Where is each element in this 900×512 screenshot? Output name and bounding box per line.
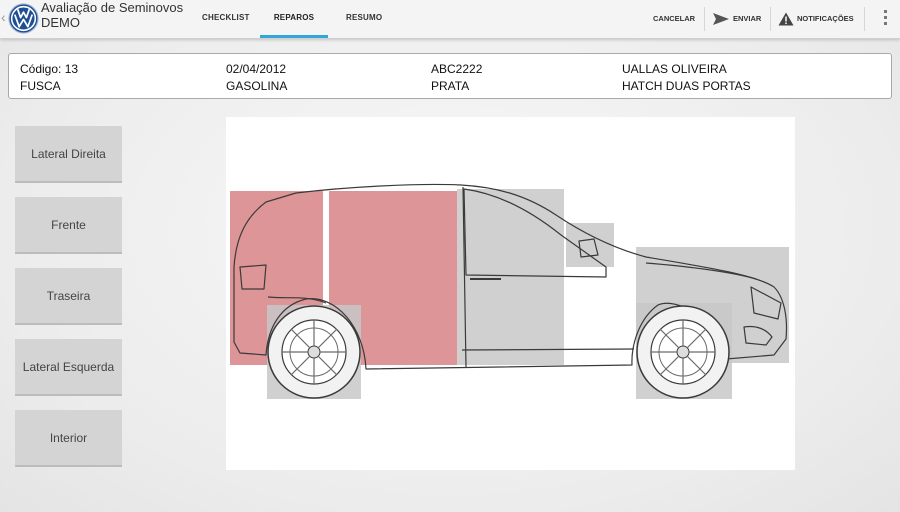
car-diagram-panel	[226, 117, 795, 470]
send-icon	[713, 13, 729, 26]
cancel-button[interactable]: CANCELAR	[653, 0, 695, 38]
region-mirror[interactable]	[566, 223, 614, 267]
action-divider	[704, 7, 705, 31]
rear-wheel-icon	[267, 305, 361, 399]
notifications-label: NOTIFICAÇÕES	[797, 14, 854, 23]
overflow-menu-icon[interactable]	[884, 10, 888, 28]
vehicle-date: 02/04/2012	[226, 62, 287, 76]
action-divider	[864, 7, 865, 31]
tab-checklist[interactable]: CHECKLIST	[202, 0, 250, 38]
vehicle-owner: UALLAS OLIVEIRA	[622, 62, 727, 76]
view-button-traseira[interactable]: Traseira	[15, 268, 122, 325]
app-title: Avaliação de Seminovos DEMO	[41, 0, 183, 30]
up-caret-icon[interactable]: ‹	[1, 9, 6, 25]
vehicle-fuel: GASOLINA	[226, 79, 288, 93]
vehicle-info-card: Código: 13 02/04/2012 ABC2222 UALLAS OLI…	[8, 53, 892, 99]
view-button-interior[interactable]: Interior	[15, 410, 122, 467]
send-button[interactable]: ENVIAR	[712, 0, 761, 38]
view-button-lateral-direita[interactable]: Lateral Direita	[15, 126, 122, 183]
app-subtitle: DEMO	[41, 15, 80, 30]
vehicle-color: PRATA	[431, 79, 470, 93]
send-label: ENVIAR	[733, 14, 762, 23]
vehicle-plate: ABC2222	[431, 62, 483, 76]
tab-reparos[interactable]: REPAROS	[260, 0, 328, 38]
notifications-button[interactable]: NOTIFICAÇÕES	[778, 0, 854, 38]
view-button-lateral-esquerda[interactable]: Lateral Esquerda	[15, 339, 122, 396]
vehicle-model: FUSCA	[20, 79, 61, 93]
volkswagen-logo[interactable]	[8, 3, 39, 34]
vehicle-body: HATCH DUAS PORTAS	[622, 79, 751, 93]
warning-icon	[778, 12, 794, 26]
front-wheel-icon	[636, 305, 730, 399]
action-bar: ‹ Avaliação de Seminovos DEMO CHECKLIST …	[0, 0, 900, 39]
view-button-frente[interactable]: Frente	[15, 197, 122, 254]
tab-resumo[interactable]: RESUMO	[346, 0, 382, 38]
region-door[interactable]	[457, 189, 564, 365]
vehicle-code: Código: 13	[20, 62, 79, 76]
car-diagram	[230, 183, 789, 399]
action-divider	[770, 7, 771, 31]
app-title-text: Avaliação de Seminovos	[41, 0, 184, 15]
